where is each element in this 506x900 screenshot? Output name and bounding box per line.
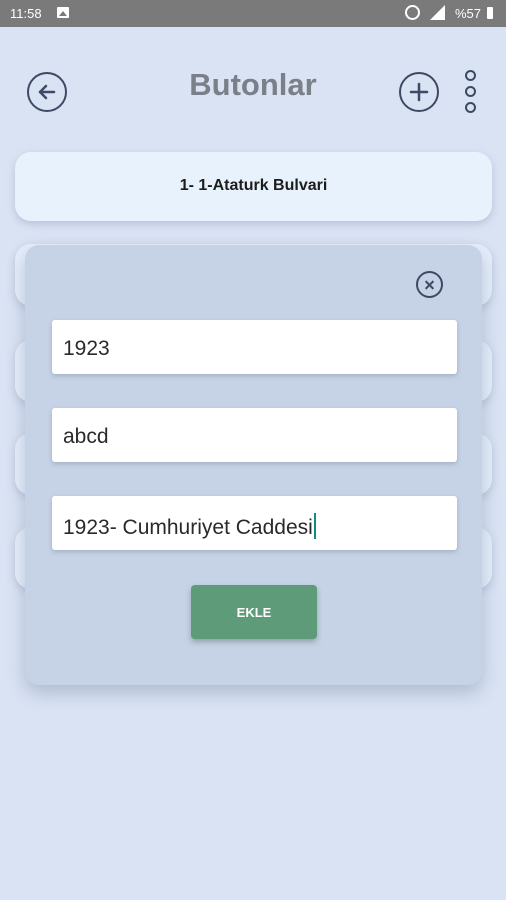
address-field[interactable]: 1923- Cumhuriyet Caddesi [52, 496, 457, 550]
ekle-button[interactable]: EKLE [191, 585, 317, 639]
add-button[interactable] [399, 72, 439, 112]
field-value: 1923- Cumhuriyet Caddesi [63, 516, 313, 539]
battery-percentage: %57 [455, 6, 482, 21]
text-cursor [313, 513, 316, 539]
menu-dot [465, 102, 476, 113]
add-dialog: 1923 abcd 1923- Cumhuriyet Caddesi EKLE [25, 245, 482, 685]
battery-icon [487, 7, 493, 19]
alarm-icon [405, 5, 420, 20]
field-value: abcd [63, 425, 109, 448]
menu-dot [465, 70, 476, 81]
list-item-label: 1- 1-Ataturk Bulvari [179, 177, 328, 194]
image-icon [57, 7, 69, 18]
close-icon[interactable] [416, 271, 443, 298]
list-item[interactable]: 1- 1-Ataturk Bulvari [15, 152, 492, 221]
signal-icon [430, 5, 445, 20]
number-field[interactable]: 1923 [52, 320, 457, 374]
field-value: 1923 [63, 337, 110, 360]
status-time: 11:58 [10, 6, 42, 21]
status-bar: 11:58 %57 [0, 0, 506, 27]
menu-dot [465, 86, 476, 97]
plus-icon [409, 82, 429, 102]
kebab-menu-icon[interactable] [463, 70, 476, 116]
name-field[interactable]: abcd [52, 408, 457, 462]
